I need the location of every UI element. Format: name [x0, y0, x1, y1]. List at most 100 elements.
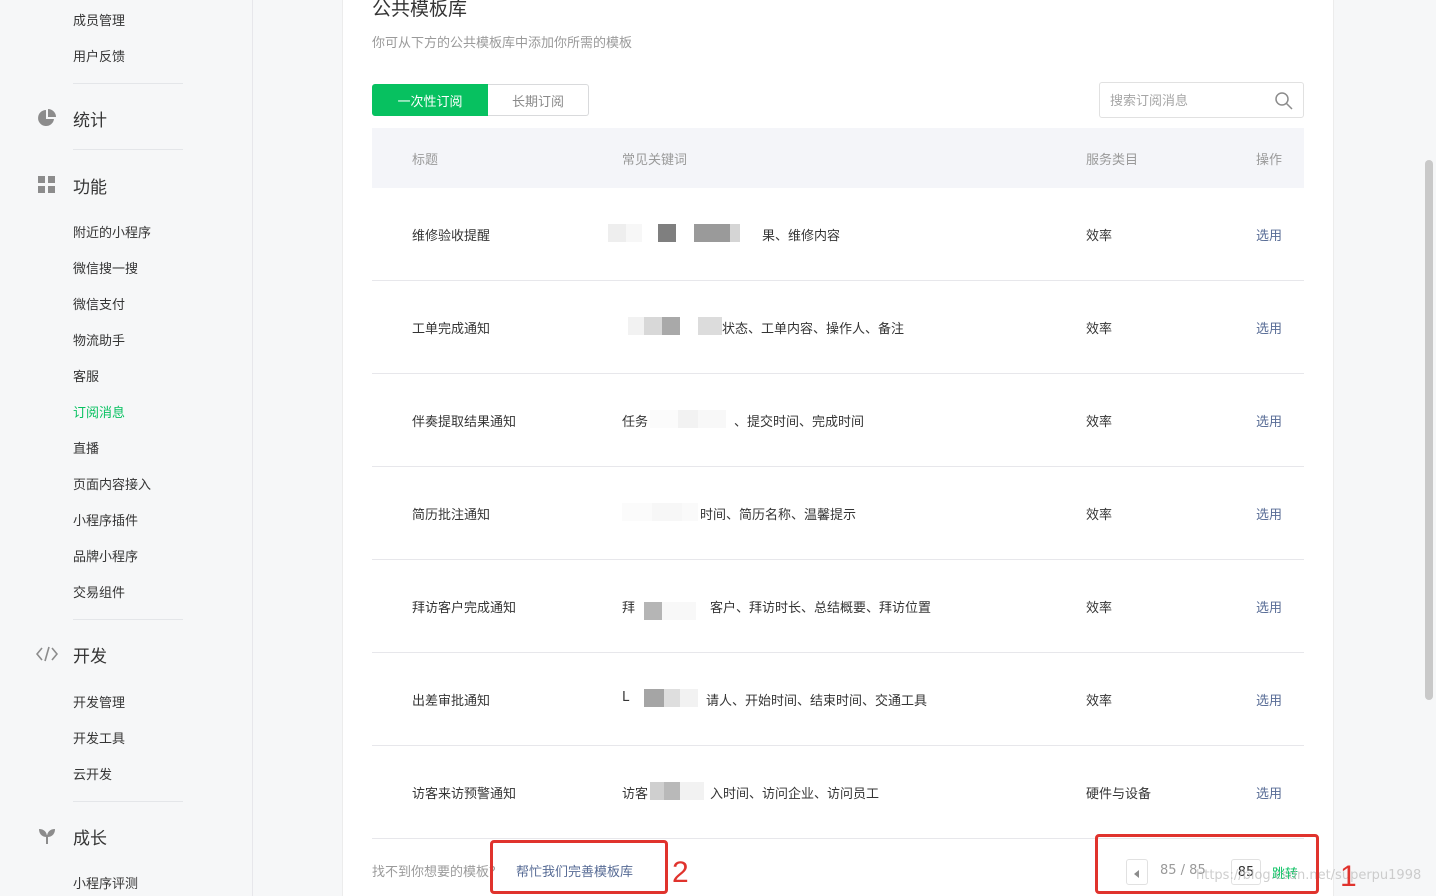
row-keywords: 时间、简历名称、温馨提示 — [700, 508, 857, 523]
column-header-keywords: 常见关键词 — [622, 153, 688, 168]
redacted-mosaic — [628, 317, 722, 335]
sidebar-item-user-feedback[interactable]: 用户反馈 — [73, 48, 125, 68]
row-keywords: 状态、工单内容、操作人、备注 — [722, 322, 905, 337]
table-row: 访客来访预警通知 访客 入时间、访问企业、访问员工 硬件与设备 选用 — [372, 746, 1304, 839]
redacted-mosaic — [650, 782, 704, 800]
sidebar-item-live[interactable]: 直播 — [73, 440, 99, 460]
sidebar-item-logistics[interactable]: 物流助手 — [73, 332, 125, 352]
row-category: 效率 — [1086, 229, 1113, 244]
row-keywords: 、提交时间、完成时间 — [734, 415, 865, 430]
sidebar-item-member-management[interactable]: 成员管理 — [73, 12, 125, 32]
row-keywords-prefix: 拜 — [622, 601, 636, 616]
redacted-mosaic — [622, 503, 698, 521]
row-keywords: 请人、开始时间、结束时间、交通工具 — [706, 694, 928, 709]
select-template-button[interactable]: 选用 — [1256, 597, 1282, 616]
table-row: 伴奏提取结果通知 任务 、提交时间、完成时间 效率 选用 — [372, 374, 1304, 467]
row-keywords-prefix: 任务 — [622, 415, 649, 430]
column-header-category: 服务类目 — [1086, 153, 1139, 168]
sidebar-item-evaluation[interactable]: 小程序评测 — [73, 875, 138, 895]
search-box — [1099, 82, 1304, 118]
row-keywords: 入时间、访问企业、访问员工 — [710, 787, 880, 802]
page-title: 公共模板库 — [372, 0, 468, 20]
column-header-action: 操作 — [1256, 153, 1283, 168]
sidebar-item-cloud-dev[interactable]: 云开发 — [73, 766, 112, 786]
column-header-title: 标题 — [412, 153, 439, 168]
sidebar: 成员管理 用户反馈 统计 功能 附近的小程序 微信搜一搜 微信支付 物流助手 客… — [0, 0, 253, 896]
gutter — [254, 0, 342, 896]
sidebar-divider — [73, 801, 183, 802]
table-row: 出差审批通知 L 请人、开始时间、结束时间、交通工具 效率 选用 — [372, 653, 1304, 746]
row-title: 出差审批通知 — [412, 694, 491, 709]
table-header: 标题 常见关键词 服务类目 操作 — [372, 128, 1304, 188]
sidebar-item-dev-management[interactable]: 开发管理 — [73, 694, 125, 714]
row-title: 伴奏提取结果通知 — [412, 415, 517, 430]
sidebar-group-dev[interactable]: 开发 — [36, 640, 107, 668]
sidebar-item-wechat-search[interactable]: 微信搜一搜 — [73, 260, 138, 280]
row-title: 简历批注通知 — [412, 508, 491, 523]
sidebar-group-label: 统计 — [73, 110, 107, 131]
row-keywords: 果、维修内容 — [762, 229, 841, 244]
annotation-number-2: 2 — [672, 856, 689, 889]
sidebar-item-subscription-messages[interactable]: 订阅消息 — [73, 404, 125, 424]
row-keywords: 客户、拜访时长、总结概要、拜访位置 — [710, 601, 932, 616]
sidebar-group-stats[interactable]: 统计 — [36, 104, 107, 132]
select-template-button[interactable]: 选用 — [1256, 690, 1282, 709]
tab-long-term[interactable]: 长期订阅 — [488, 84, 589, 116]
sidebar-item-plugins[interactable]: 小程序插件 — [73, 512, 138, 532]
search-icon[interactable] — [1274, 91, 1294, 111]
tab-one-time[interactable]: 一次性订阅 — [372, 84, 488, 116]
right-background — [1335, 0, 1436, 896]
row-category: 效率 — [1086, 415, 1113, 430]
row-category: 效率 — [1086, 694, 1113, 709]
sidebar-group-growth[interactable]: 成长 — [36, 822, 107, 850]
sidebar-item-wechat-pay[interactable]: 微信支付 — [73, 296, 125, 316]
row-keywords-prefix: L — [622, 690, 630, 705]
table-row: 简历批注通知 时间、简历名称、温馨提示 效率 选用 — [372, 467, 1304, 560]
row-title: 工单完成通知 — [412, 322, 491, 337]
sidebar-group-label: 成长 — [73, 828, 107, 849]
row-keywords-prefix: 访客 — [622, 787, 649, 802]
sprout-icon — [36, 825, 58, 847]
select-template-button[interactable]: 选用 — [1256, 318, 1282, 337]
select-template-button[interactable]: 选用 — [1256, 504, 1282, 523]
sidebar-group-label: 功能 — [73, 177, 107, 198]
row-category: 效率 — [1086, 322, 1113, 337]
grid-icon — [36, 174, 58, 196]
table-row: 工单完成通知 状态、工单内容、操作人、备注 效率 选用 — [372, 281, 1304, 374]
sidebar-group-features[interactable]: 功能 — [36, 171, 107, 199]
select-template-button[interactable]: 选用 — [1256, 783, 1282, 802]
sidebar-group-label: 开发 — [73, 646, 107, 667]
annotation-number-1: 1 — [1340, 860, 1357, 893]
table-row: 维修验收提醒 果、维修内容 效率 选用 — [372, 188, 1304, 281]
row-title: 维修验收提醒 — [412, 229, 491, 244]
redacted-mosaic — [634, 689, 698, 707]
sidebar-item-brand[interactable]: 品牌小程序 — [73, 548, 138, 568]
vertical-scrollbar[interactable] — [1425, 160, 1433, 700]
footer-note: 找不到你想要的模板？ — [372, 865, 503, 880]
page-subtitle: 你可从下方的公共模板库中添加你所需的模板 — [372, 36, 633, 51]
redacted-mosaic — [608, 224, 740, 242]
select-template-button[interactable]: 选用 — [1256, 411, 1282, 430]
annotation-box-1 — [1095, 834, 1319, 894]
row-category: 效率 — [1086, 601, 1113, 616]
row-category: 效率 — [1086, 508, 1113, 523]
search-input[interactable] — [1110, 91, 1270, 111]
sidebar-item-trade-component[interactable]: 交易组件 — [73, 584, 125, 604]
annotation-box-2 — [490, 840, 668, 894]
redacted-mosaic — [650, 410, 726, 428]
row-title: 访客来访预警通知 — [412, 787, 517, 802]
redacted-mosaic — [636, 602, 712, 620]
sidebar-item-nearby-miniprogram[interactable]: 附近的小程序 — [73, 224, 151, 244]
subscription-type-tabs: 一次性订阅 长期订阅 — [372, 84, 589, 116]
sidebar-item-customer-service[interactable]: 客服 — [73, 368, 99, 388]
table-row: 拜访客户完成通知 拜 客户、拜访时长、总结概要、拜访位置 效率 选用 — [372, 560, 1304, 653]
sidebar-item-dev-tools[interactable]: 开发工具 — [73, 730, 125, 750]
select-template-button[interactable]: 选用 — [1256, 225, 1282, 244]
sidebar-divider — [73, 149, 183, 150]
sidebar-item-page-content[interactable]: 页面内容接入 — [73, 476, 151, 496]
sidebar-divider — [73, 619, 183, 620]
sidebar-divider — [73, 83, 183, 84]
code-icon — [36, 643, 58, 665]
row-title: 拜访客户完成通知 — [412, 601, 517, 616]
row-category: 硬件与设备 — [1086, 787, 1152, 802]
